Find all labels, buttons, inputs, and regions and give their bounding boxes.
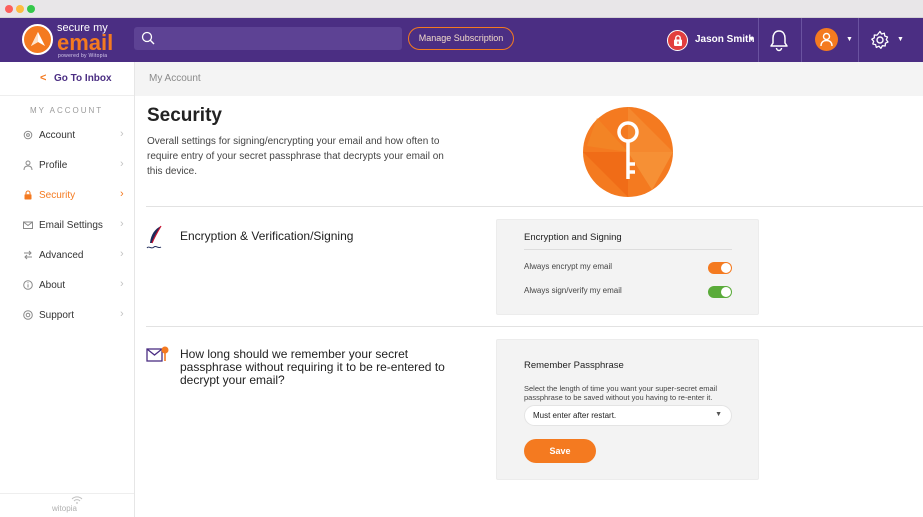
maximize-window-button[interactable] <box>27 5 35 13</box>
logo-subtitle: powered by Witopia <box>58 53 108 59</box>
bell-icon[interactable] <box>768 28 790 52</box>
sidebar-item-label: Profile <box>39 160 68 171</box>
chevron-right-icon: › <box>120 278 124 290</box>
key-icon <box>583 107 673 197</box>
sidebar-item-security[interactable]: Security › <box>0 180 134 210</box>
always-encrypt-toggle[interactable] <box>708 262 732 274</box>
manage-subscription-button[interactable]: Manage Subscription <box>408 27 514 50</box>
chevron-right-icon: › <box>120 128 124 140</box>
chevron-left-icon: < <box>40 72 47 84</box>
lock-status-icon[interactable] <box>667 30 688 51</box>
section-divider <box>146 326 923 327</box>
card-title: Remember Passphrase <box>524 360 624 371</box>
arrows-icon <box>24 250 32 260</box>
sidebar-item-label: Support <box>39 310 75 321</box>
sidebar: < Go To Inbox MY ACCOUNT Account › Profi… <box>0 62 135 517</box>
passphrase-card: Remember Passphrase Select the length of… <box>496 339 759 480</box>
chevron-down-icon[interactable]: ▼ <box>846 36 853 43</box>
go-to-inbox-link[interactable]: < Go To Inbox <box>0 62 134 96</box>
go-to-inbox-label: Go To Inbox <box>54 73 112 84</box>
card-divider <box>524 249 732 250</box>
gear-icon <box>23 130 33 140</box>
main-content: My Account Security Overall settings for… <box>135 62 923 517</box>
toggle-knob <box>721 263 731 273</box>
select-value: Must enter after restart. <box>533 411 617 420</box>
envelope-key-icon <box>146 346 169 362</box>
passphrase-duration-select[interactable]: Must enter after restart. ▼ <box>524 405 732 426</box>
passphrase-heading: How long should we remember your secret … <box>180 347 445 387</box>
quill-pen-icon <box>146 225 162 249</box>
always-sign-toggle[interactable] <box>708 286 732 298</box>
chevron-right-icon: › <box>120 158 124 170</box>
lifebuoy-icon <box>23 310 33 320</box>
envelope-icon <box>23 221 33 229</box>
chevron-down-icon[interactable]: ▼ <box>748 36 755 43</box>
sidebar-item-label: Security <box>39 190 76 201</box>
search-input[interactable] <box>162 30 396 47</box>
sidebar-item-label: Advanced <box>39 250 84 261</box>
avatar[interactable] <box>815 28 838 51</box>
chevron-right-icon: › <box>120 308 124 320</box>
card-description: Select the length of time you want your … <box>524 384 718 402</box>
footer-brand-label: witopia <box>52 504 77 513</box>
search-icon <box>141 31 155 45</box>
page-description: Overall settings for signing/encrypting … <box>147 136 444 177</box>
close-window-button[interactable] <box>5 5 13 13</box>
section-divider <box>146 206 923 207</box>
header-divider <box>858 18 859 62</box>
breadcrumb-item[interactable]: My Account <box>149 73 201 84</box>
sidebar-item-account[interactable]: Account › <box>0 120 134 150</box>
user-icon <box>23 160 33 170</box>
gear-icon[interactable] <box>870 30 890 50</box>
sidebar-footer-brand: witopia <box>0 493 134 517</box>
logo-wordmark: email <box>57 30 114 55</box>
sidebar-item-label: Account <box>39 130 76 141</box>
info-icon <box>23 280 33 290</box>
page-title: Security <box>147 105 222 126</box>
window-titlebar <box>0 0 923 18</box>
lock-icon <box>24 190 32 200</box>
app-logo[interactable]: secure my email powered by Witopia <box>22 21 142 59</box>
sidebar-item-profile[interactable]: Profile › <box>0 150 134 180</box>
sidebar-item-advanced[interactable]: Advanced › <box>0 240 134 270</box>
chevron-right-icon: › <box>120 218 124 230</box>
card-title: Encryption and Signing <box>524 232 622 243</box>
header-divider <box>801 18 802 62</box>
logo-emblem-icon <box>22 24 53 55</box>
save-button[interactable]: Save <box>524 439 596 463</box>
toggle-knob <box>721 287 731 297</box>
chevron-down-icon: ▼ <box>715 411 722 418</box>
chevron-right-icon: › <box>120 188 124 200</box>
sidebar-item-email-settings[interactable]: Email Settings › <box>0 210 134 240</box>
search-bar[interactable] <box>134 27 402 50</box>
sidebar-item-about[interactable]: About › <box>0 270 134 300</box>
always-sign-label: Always sign/verify my email <box>524 286 622 295</box>
user-name-menu[interactable]: Jason Smith <box>695 34 754 45</box>
sidebar-section-label: MY ACCOUNT <box>30 106 104 115</box>
sidebar-item-support[interactable]: Support › <box>0 300 134 330</box>
encryption-card: Encryption and Signing Always encrypt my… <box>496 219 759 315</box>
top-app-bar: secure my email powered by Witopia Manag… <box>0 18 923 62</box>
chevron-down-icon[interactable]: ▼ <box>897 36 904 43</box>
sidebar-item-label: About <box>39 280 66 291</box>
header-divider <box>758 18 759 62</box>
always-encrypt-label: Always encrypt my email <box>524 262 613 271</box>
encryption-heading: Encryption & Verification/Signing <box>180 229 354 243</box>
sidebar-item-label: Email Settings <box>39 220 103 231</box>
breadcrumb: My Account <box>135 62 923 96</box>
minimize-window-button[interactable] <box>16 5 24 13</box>
chevron-right-icon: › <box>120 248 124 260</box>
wifi-icon <box>71 496 83 504</box>
